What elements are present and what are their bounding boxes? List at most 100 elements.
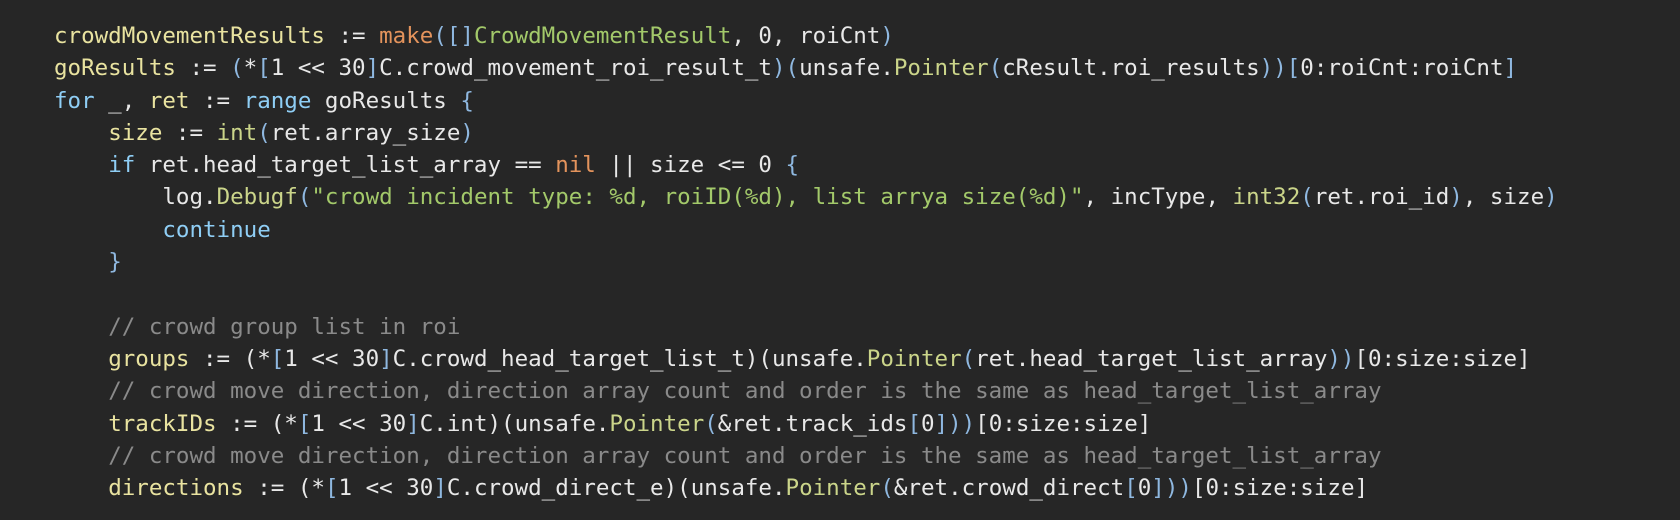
code-token-plain: [0:size:size] bbox=[975, 410, 1152, 437]
code-line[interactable]: groups := (*[1 << 30]C.crowd_head_target… bbox=[54, 343, 1558, 375]
code-token-plain: 1 << 30 bbox=[270, 55, 366, 82]
code-line[interactable]: for _, ret := range goResults { bbox=[54, 85, 1558, 117]
code-token-var: size bbox=[108, 119, 163, 146]
code-token-keyword: range bbox=[243, 87, 312, 114]
code-token-bracket: [ bbox=[324, 475, 339, 502]
code-editor[interactable]: crowdMovementResults := make ( [] CrowdMove… bbox=[0, 0, 1680, 520]
code-token-comment: // crowd move direction, direction array… bbox=[108, 442, 1382, 469]
code-token-plain: ret.roi_id bbox=[1313, 184, 1450, 211]
code-token-bracket: ( bbox=[961, 345, 976, 372]
code-token-bracket: ] bbox=[1503, 55, 1518, 82]
code-token-var: goResults bbox=[54, 55, 176, 82]
code-token-plain: )( bbox=[487, 410, 515, 437]
code-token-plain: _, bbox=[94, 87, 149, 114]
code-token-call: Debugf bbox=[216, 184, 298, 211]
code-token-plain: [0:size:size] bbox=[1354, 345, 1531, 372]
code-token-bracket: ( bbox=[704, 410, 718, 437]
code-token-call: int bbox=[216, 119, 258, 146]
code-token-bracket: [ bbox=[1124, 475, 1138, 502]
code-token-builtin: make bbox=[379, 23, 434, 49]
code-token-plain: := (* bbox=[189, 345, 271, 372]
code-token-var: crowdMovementResults bbox=[54, 23, 325, 49]
code-token-bracket: { bbox=[785, 152, 800, 179]
code-token-bracket: ] bbox=[365, 55, 380, 82]
code-token-bracket: )) bbox=[948, 410, 976, 437]
code-token-keyword: for bbox=[54, 87, 95, 114]
code-token-bracket: ) bbox=[1449, 184, 1463, 211]
code-token-nil: nil bbox=[555, 152, 596, 179]
code-token-bracket: ] bbox=[433, 475, 447, 502]
code-token-plain: , size bbox=[1462, 184, 1545, 211]
code-line[interactable]: // crowd move direction, direction array… bbox=[54, 375, 1558, 407]
code-token-bracket: )) bbox=[1259, 55, 1287, 82]
code-line[interactable]: log.Debugf("crowd incident type: %d, roi… bbox=[54, 181, 1557, 213]
code-line[interactable]: } bbox=[54, 246, 1558, 278]
code-token-plain: unsafe. bbox=[514, 410, 610, 437]
code-token-bracket: [ bbox=[907, 410, 921, 437]
code-token-plain: unsafe. bbox=[690, 475, 786, 502]
code-line[interactable]: goResults := (*[1 << 30]C.crowd_movement… bbox=[54, 52, 1558, 84]
code-token-keyword: continue bbox=[162, 216, 271, 243]
code-token-type: CrowdMovementResult bbox=[473, 23, 732, 49]
code-token-bracket: ( bbox=[230, 55, 244, 82]
code-token-plain: &ret.crowd_direct bbox=[893, 475, 1125, 502]
code-token-string: "crowd incident type: %d, roiID(%d), lis… bbox=[311, 184, 1084, 211]
code-token-bracket: } bbox=[108, 249, 122, 276]
code-line[interactable]: if ret.head_target_list_array == nil || … bbox=[54, 149, 1558, 181]
code-token-plain: := (* bbox=[243, 475, 325, 502]
code-token-bracket: )( bbox=[771, 55, 800, 82]
code-token-plain: unsafe. bbox=[771, 345, 867, 372]
code-token-bracket: ) bbox=[460, 119, 474, 146]
code-token-bracket: ] bbox=[1151, 475, 1165, 502]
code-token-plain: )( bbox=[663, 475, 691, 502]
code-token-plain: 0 bbox=[1137, 475, 1152, 502]
code-token-plain: 1 << 30 bbox=[338, 475, 434, 502]
code-token-bracket: [ bbox=[270, 345, 285, 372]
code-token-plain: * bbox=[243, 55, 258, 82]
code-token-bracket: ( bbox=[1300, 184, 1314, 211]
code-token-bracket: ] bbox=[406, 410, 420, 437]
code-token-bracket: [ bbox=[1286, 55, 1301, 82]
code-line[interactable]: size := int(ret.array_size) bbox=[54, 117, 1558, 149]
code-line[interactable]: // crowd group list in roi bbox=[54, 311, 1558, 343]
code-token-plain: , 0, roiCnt bbox=[731, 23, 881, 49]
code-token-plain: := bbox=[175, 55, 231, 82]
code-token-plain: cResult.roi_results bbox=[1002, 55, 1260, 82]
code-token-comment: // crowd move direction, direction array… bbox=[108, 378, 1382, 405]
code-token-bracket: [ bbox=[257, 55, 271, 82]
code-token-plain: := (* bbox=[216, 410, 298, 437]
code-token-comment: // crowd group list in roi bbox=[108, 313, 461, 340]
code-token-var: ret bbox=[148, 87, 190, 114]
code-token-call: Pointer bbox=[893, 55, 989, 82]
code-token-bracket: )) bbox=[1164, 475, 1192, 502]
code-line[interactable]: // crowd move direction, direction array… bbox=[54, 440, 1558, 472]
code-line[interactable]: continue bbox=[54, 214, 1558, 246]
code-token-bracket: ] bbox=[934, 410, 949, 437]
code-token-var: directions bbox=[108, 475, 244, 502]
code-line[interactable]: trackIDs := (*[1 << 30]C.int)(unsafe.Poi… bbox=[54, 408, 1558, 440]
code-token-bracket: { bbox=[460, 87, 474, 114]
code-token-plain: goResults bbox=[311, 87, 461, 114]
code-line[interactable] bbox=[54, 278, 1558, 310]
code-token-var: trackIDs bbox=[108, 410, 217, 437]
code-token-plain: 1 << 30 bbox=[311, 410, 407, 437]
code-token-bracket: ( bbox=[257, 119, 271, 146]
code-token-plain: &ret.track_ids bbox=[717, 410, 908, 437]
code-line[interactable]: crowdMovementResults := make([]CrowdMove… bbox=[54, 20, 1558, 52]
code-token-plain: ret.head_target_list_array == bbox=[135, 152, 556, 179]
code-token-call: Pointer bbox=[785, 475, 881, 502]
code-line[interactable]: directions := (*[1 << 30]C.crowd_direct_… bbox=[54, 472, 1558, 504]
code-token-bracket: ( bbox=[880, 475, 894, 502]
code-token-plain: C.crowd_direct_e bbox=[446, 475, 664, 502]
code-token-keyword: if bbox=[108, 152, 136, 179]
code-token-plain: ret.head_target_list_array bbox=[975, 345, 1328, 372]
code-token-var: groups bbox=[108, 345, 190, 372]
code-block[interactable]: crowdMovementResults := make ( [] CrowdMove… bbox=[54, 20, 1558, 504]
